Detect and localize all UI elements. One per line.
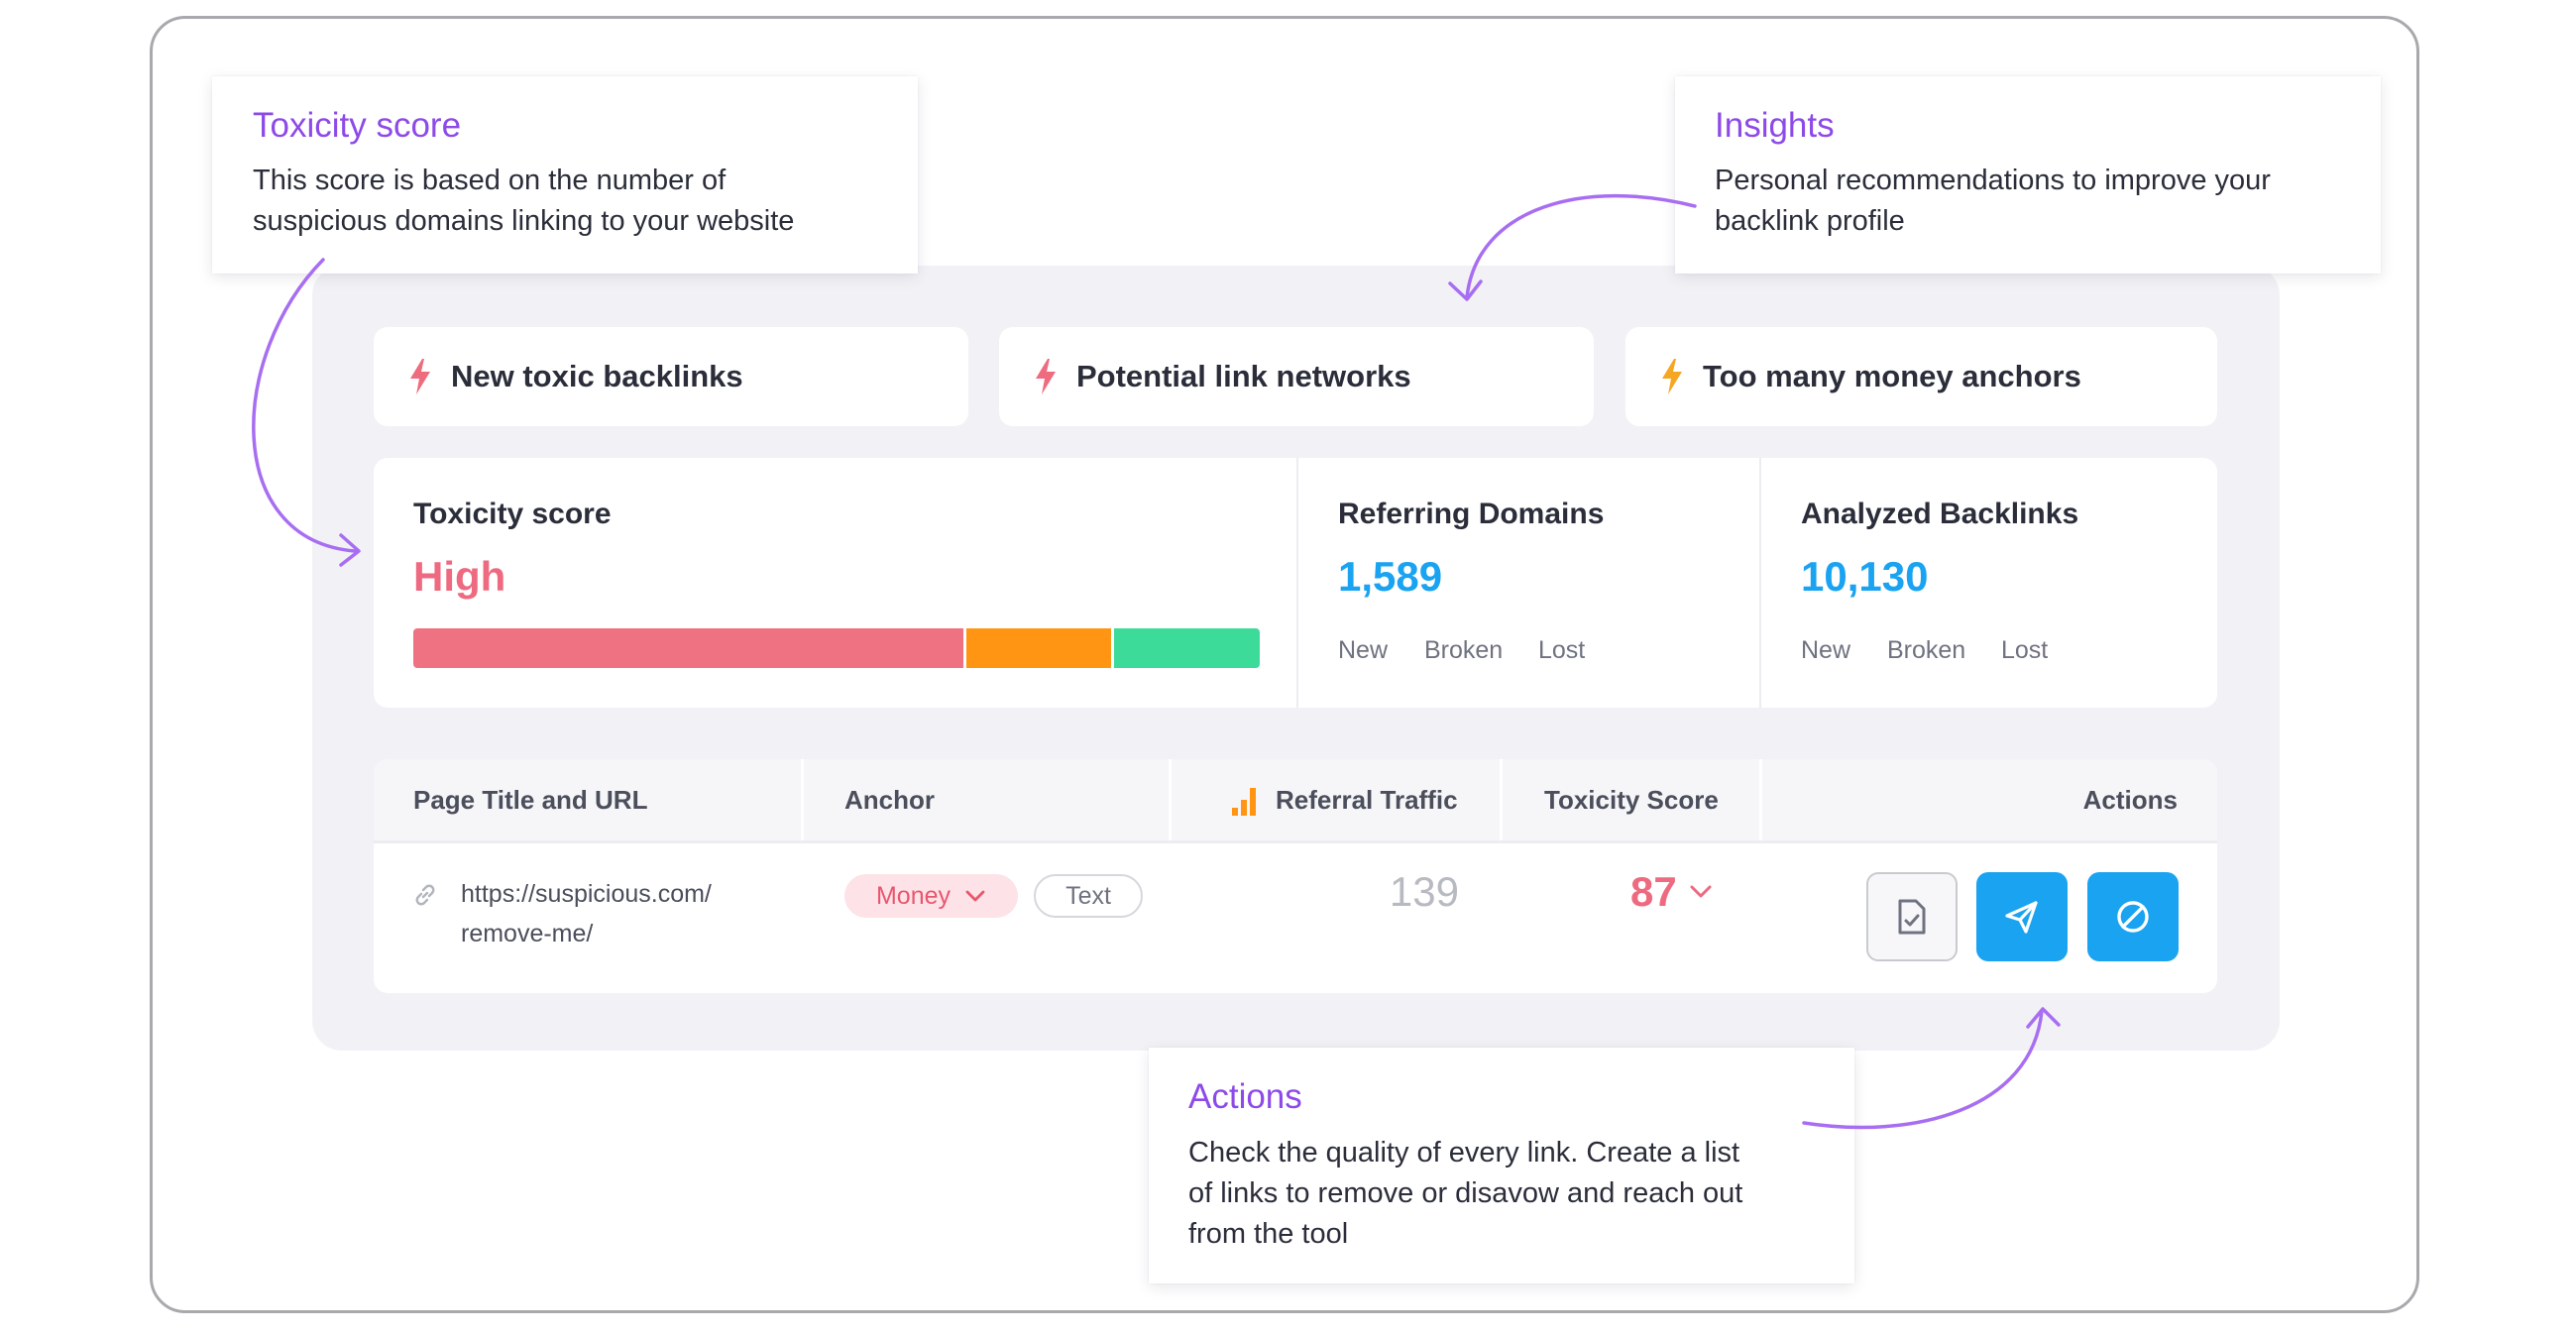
toxicity-arrow — [252, 258, 357, 553]
insights-arrow — [1465, 193, 1697, 299]
annotation-arrows — [252, 193, 2061, 1130]
insights-arrowhead — [1448, 279, 1483, 301]
actions-arrow — [1802, 1009, 2044, 1130]
actions-arrowhead — [2026, 1007, 2061, 1029]
